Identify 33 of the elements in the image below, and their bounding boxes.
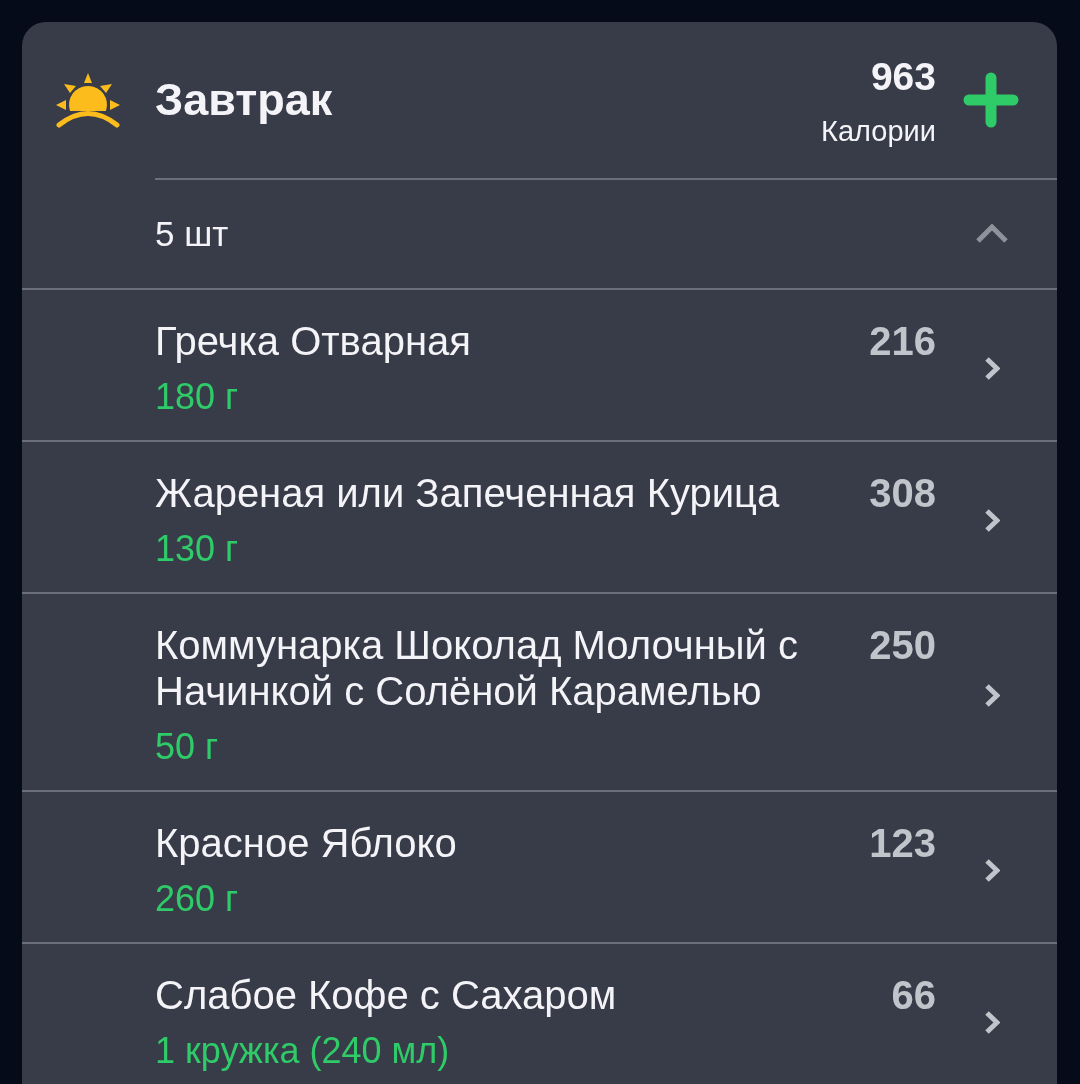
chevron-right-icon [984,355,1000,381]
food-name: Красное Яблоко [155,820,457,866]
food-calories: 66 [891,972,936,1018]
food-name: Коммунарка Шоколад Молочный с Начинкой с Солёной Карамелью [155,622,799,714]
calories-label: Калории [821,114,936,149]
food-calories: 250 [869,622,936,668]
food-calories: 123 [869,820,936,866]
item-count-row[interactable]: 5 шт [155,178,1057,288]
food-name: Слабое Кофе с Сахаром [155,972,617,1018]
food-amount: 260 г [155,878,239,920]
item-count: 5 шт [155,214,229,254]
food-row[interactable]: Слабое Кофе с Сахаром 1 кружка (240 мл) 66 [22,942,1057,1084]
sunrise-icon [55,72,121,128]
food-calories: 308 [869,470,936,516]
food-name: Жареная или Запеченная Курица [155,470,780,516]
plus-icon [963,72,1019,128]
chevron-right-icon [984,682,1000,708]
food-amount: 50 г [155,726,219,768]
add-button[interactable] [962,71,1020,129]
total-calories: 963 [870,55,936,99]
food-row[interactable]: Жареная или Запеченная Курица 130 г 308 [22,440,1057,592]
chevron-right-icon [984,1009,1000,1035]
food-row[interactable]: Коммунарка Шоколад Молочный с Начинкой с Солёной Карамелью 50 г 250 [22,592,1057,790]
food-row[interactable]: Красное Яблоко 260 г 123 [22,790,1057,942]
food-name: Гречка Отварная [155,318,471,364]
food-row[interactable]: Гречка Отварная 180 г 216 [22,288,1057,440]
food-amount: 1 кружка (240 мл) [155,1030,450,1072]
chevron-right-icon [984,857,1000,883]
food-amount: 180 г [155,376,239,418]
meal-title: Завтрак [155,74,333,126]
chevron-right-icon [984,507,1000,533]
food-amount: 130 г [155,528,239,570]
food-calories: 216 [869,318,936,364]
